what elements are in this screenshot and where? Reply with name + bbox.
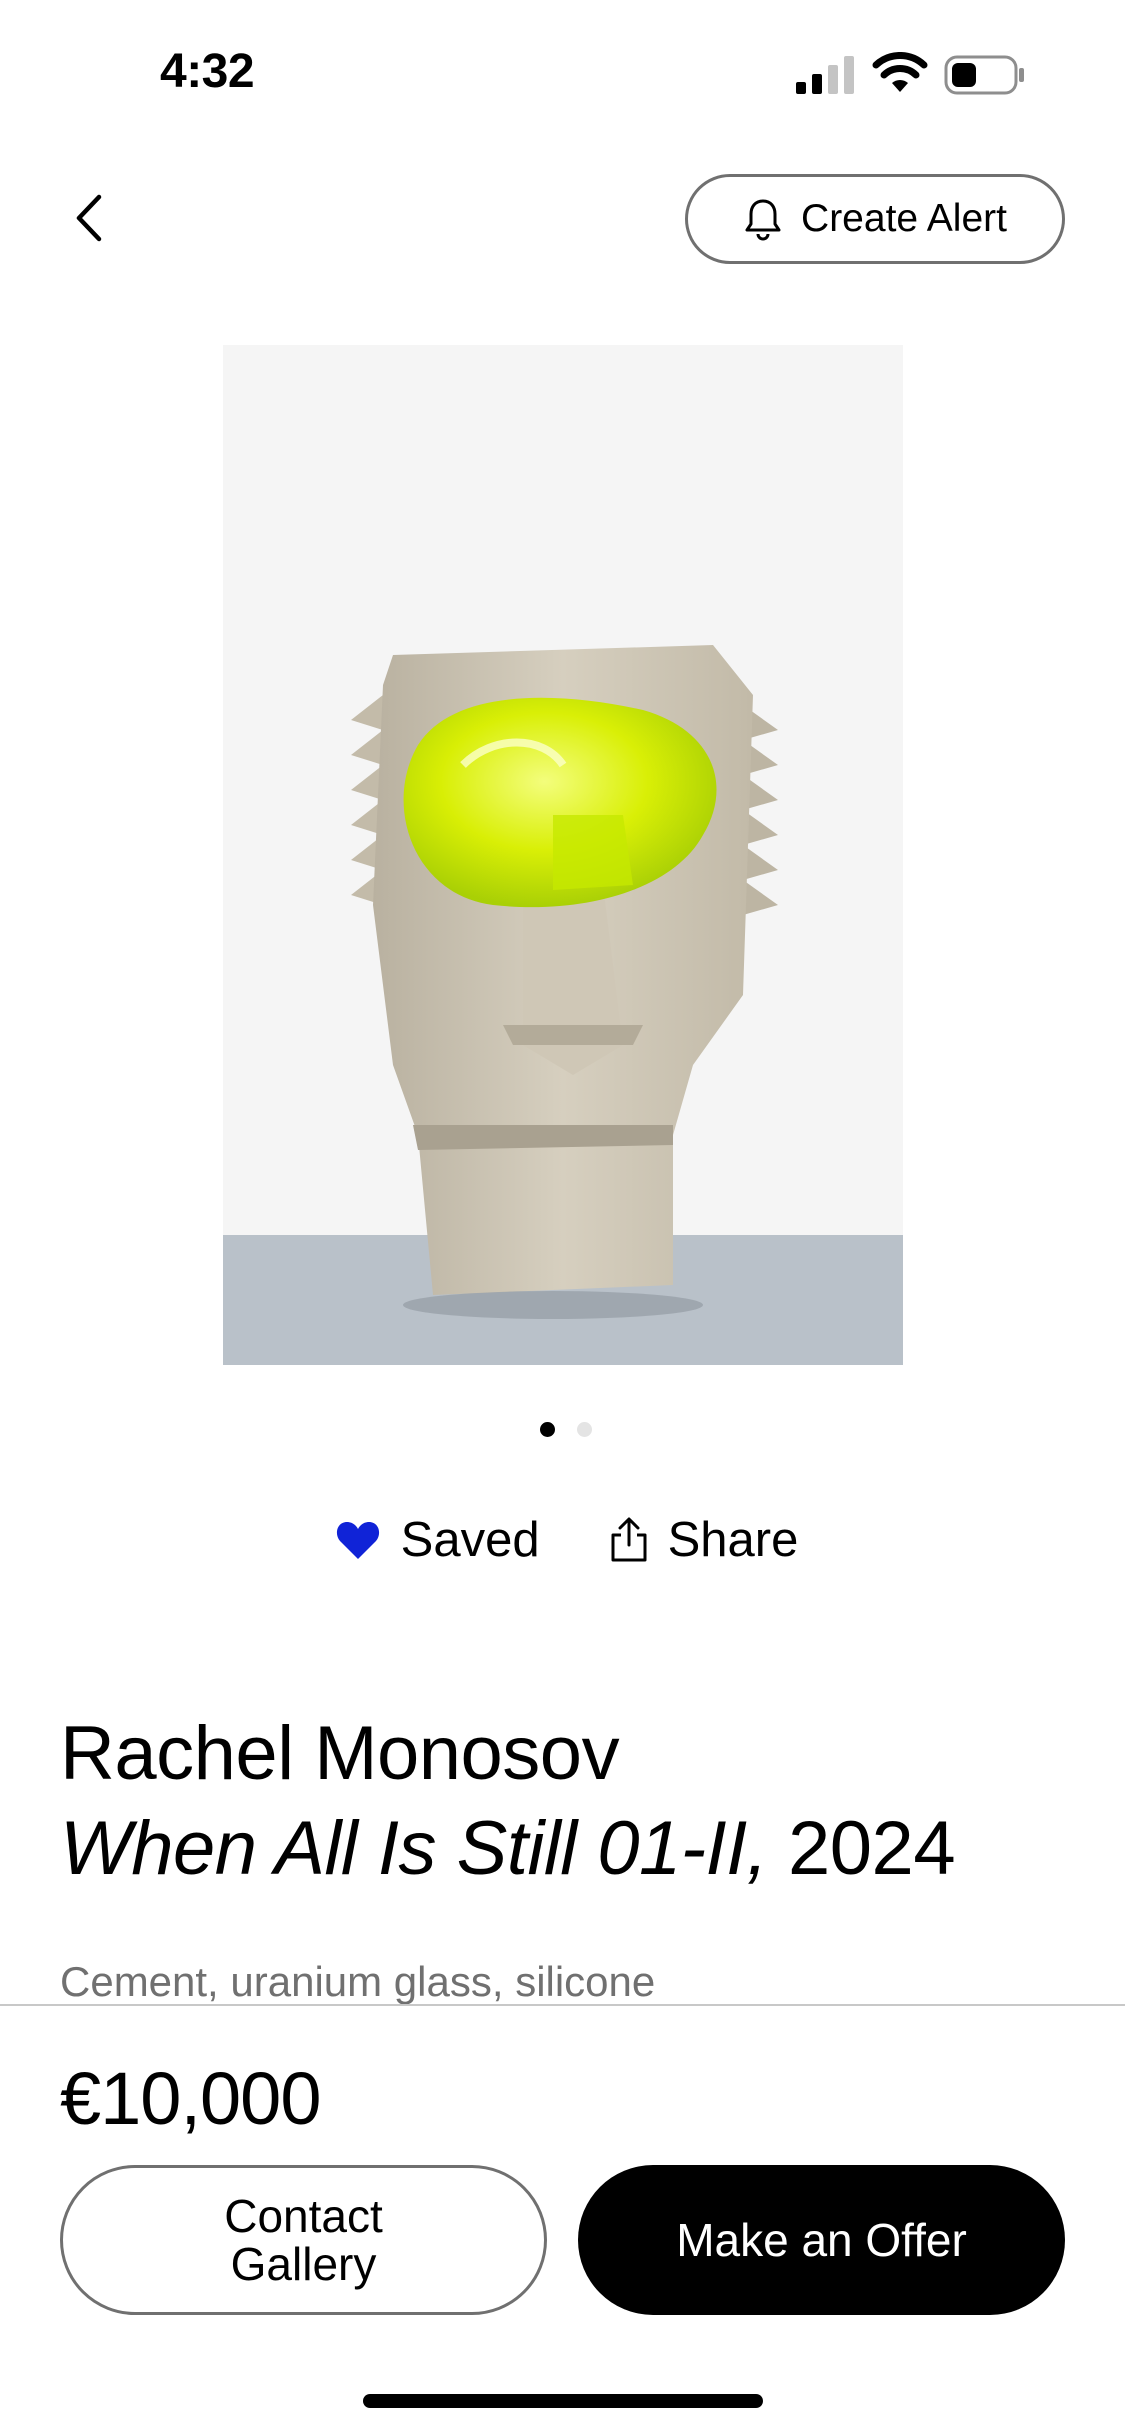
bell-icon [745, 199, 781, 241]
saved-button[interactable]: Saved [335, 1512, 540, 1568]
status-time: 4:32 [160, 45, 255, 98]
sculpture-image [223, 345, 903, 1365]
battery-icon [944, 55, 1024, 95]
pager-dot-active[interactable] [539, 1422, 555, 1437]
artwork-image[interactable] [223, 345, 903, 1365]
status-bar: 4:32 [0, 0, 1125, 140]
share-icon [611, 1517, 647, 1562]
make-offer-label: Make an Offer [676, 2214, 967, 2266]
saved-label: Saved [400, 1513, 540, 1567]
create-alert-label: Create Alert [801, 197, 1007, 240]
artist-name[interactable]: Rachel Monosov [60, 1710, 620, 1797]
contact-gallery-label: Contact Gallery [224, 2190, 383, 2290]
heart-filled-icon [336, 1522, 379, 1559]
share-label: Share [667, 1513, 799, 1567]
artwork-actions: Saved Share [0, 1512, 1125, 1568]
home-indicator[interactable] [363, 2394, 763, 2408]
wifi-icon [872, 52, 928, 92]
artwork-medium: Cement, uranium glass, silicone [60, 1958, 656, 2004]
artwork-title-text: When All Is Still 01-II, [60, 1806, 768, 1891]
purchase-sheet: €10,000 Contact Gallery Make an Offer [0, 2004, 1125, 2436]
make-offer-button[interactable]: Make an Offer [578, 2165, 1065, 2315]
cellular-signal-icon [796, 56, 854, 94]
share-button[interactable]: Share [610, 1512, 799, 1568]
pager-dot[interactable] [576, 1422, 592, 1437]
contact-gallery-button[interactable]: Contact Gallery [60, 2165, 547, 2315]
artwork-year: 2024 [767, 1806, 956, 1891]
chevron-left-icon [76, 194, 102, 242]
create-alert-button[interactable]: Create Alert [685, 174, 1065, 264]
price: €10,000 [60, 2057, 321, 2140]
artwork-title: When All Is Still 01-II, 2024 [60, 1805, 956, 1892]
image-pager[interactable] [0, 1422, 1125, 1437]
back-button[interactable] [58, 188, 118, 248]
